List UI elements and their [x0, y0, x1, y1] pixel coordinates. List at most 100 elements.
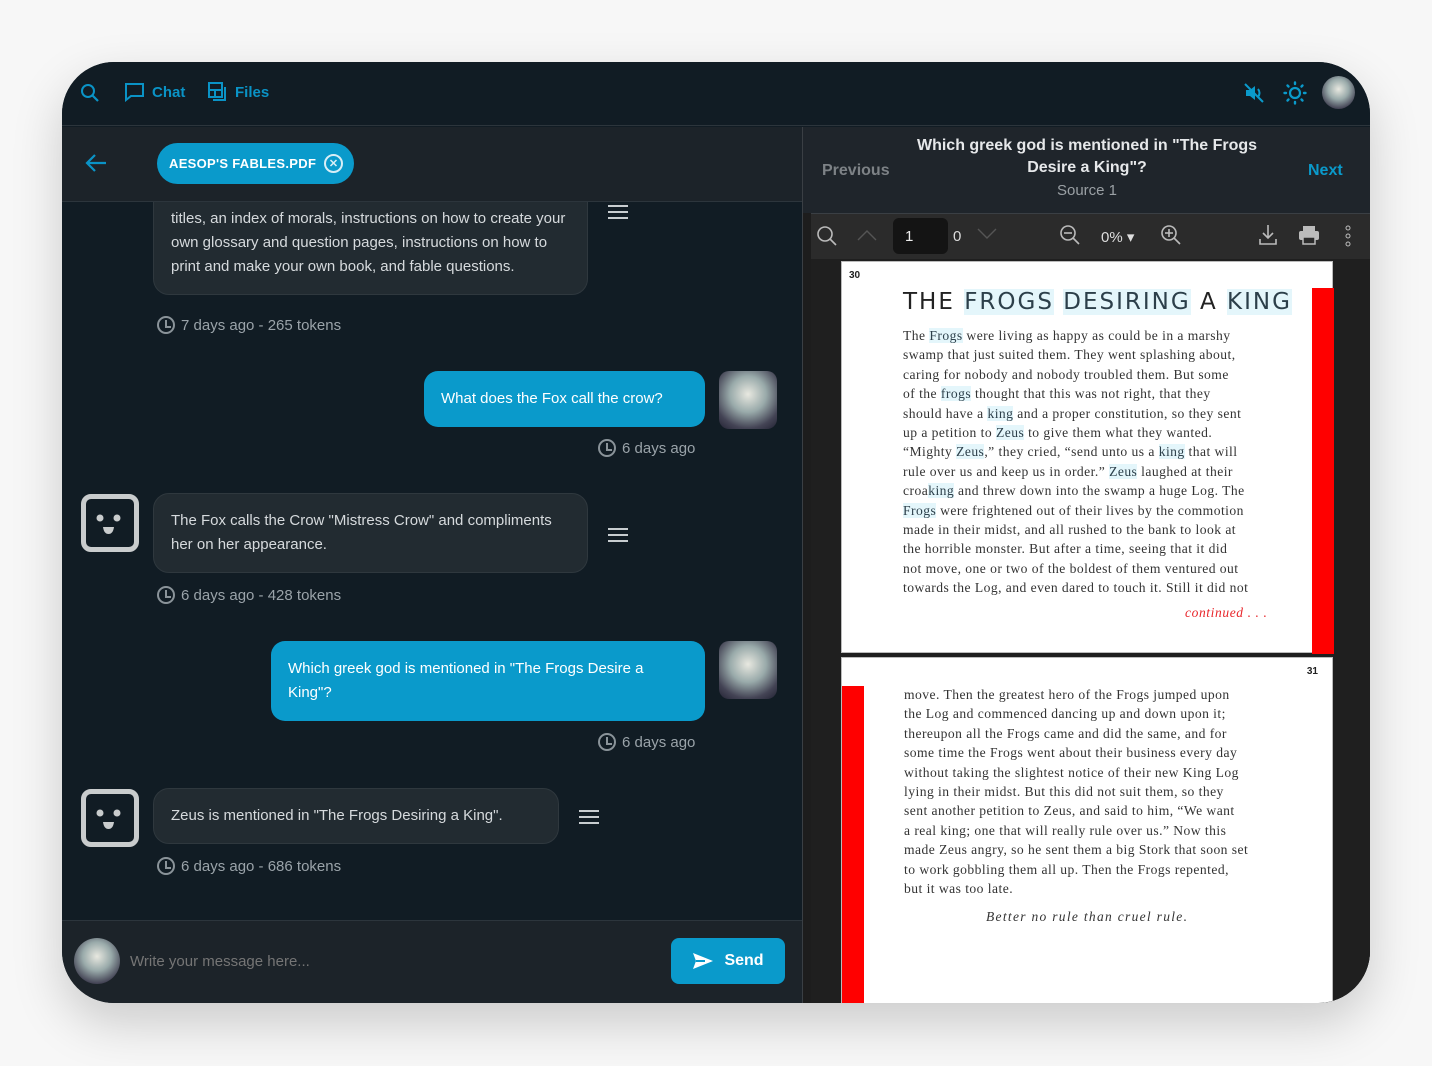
- bot-message: Zeus is mentioned in "The Frogs Desiring…: [153, 788, 559, 844]
- close-circle-icon[interactable]: ✕: [324, 154, 344, 173]
- user-avatar[interactable]: [1322, 76, 1355, 109]
- message-menu-icon[interactable]: [608, 528, 628, 542]
- search-highlight: Frogs: [903, 502, 937, 518]
- text-line: swamp that just suited them. They went s…: [903, 345, 1248, 364]
- user-avatar: [719, 371, 777, 429]
- text-segment: A: [1190, 289, 1228, 315]
- chat-messages[interactable]: titles, an index of morals, instructions…: [62, 202, 802, 920]
- clock-icon: [598, 439, 616, 457]
- page-number-input[interactable]: [893, 218, 948, 254]
- text-line: made Zeus angry, so he sent them a big S…: [904, 842, 1249, 858]
- text-line: some time the Frogs went about their bus…: [904, 745, 1238, 761]
- source-label: Source 1: [1056, 182, 1118, 199]
- search-highlight: king: [1158, 444, 1185, 460]
- send-button[interactable]: Send: [671, 938, 785, 984]
- previous-button[interactable]: Previous: [822, 162, 890, 180]
- meta-text: 7 days ago - 265 tokens: [181, 316, 342, 334]
- nav-chat[interactable]: Chat: [124, 82, 185, 102]
- meta-text: 6 days ago: [622, 733, 696, 751]
- text-line: the Log and commenced dancing up and dow…: [904, 706, 1226, 722]
- next-button[interactable]: Next: [1308, 162, 1343, 180]
- text-line: thereupon all the Frogs came and did the…: [904, 725, 1227, 741]
- meta-text: 6 days ago: [622, 439, 696, 457]
- mute-icon[interactable]: [1243, 82, 1265, 104]
- message-text: Zeus is mentioned in "The Frogs Desiring…: [171, 807, 503, 824]
- clock-icon: [598, 733, 616, 751]
- text-line: to work gobbling them all up. Then the F…: [904, 861, 1229, 877]
- chevron-up-icon[interactable]: [857, 229, 877, 241]
- text-segment: up a petition to: [903, 425, 996, 441]
- file-chip[interactable]: AESOP'S FABLES.PDF ✕: [157, 143, 354, 184]
- search-highlight: FROGS: [964, 289, 1054, 315]
- message-menu-icon[interactable]: [579, 810, 599, 824]
- zoom-out-icon[interactable]: [1059, 224, 1081, 246]
- page-number: 30: [849, 270, 861, 281]
- page-text: move. Then the greatest hero of the Frog…: [904, 685, 1248, 898]
- file-chip-label: AESOP'S FABLES.PDF: [169, 156, 317, 171]
- source-header: Previous Which greek god is mentioned in…: [803, 127, 1370, 213]
- search-highlight: Zeus: [1109, 463, 1138, 479]
- text-line: towards the Log, and even dared to touch…: [903, 578, 1248, 597]
- pdf-canvas[interactable]: 30 THE FROGS DESIRING A KING The Frogs w…: [811, 259, 1370, 1003]
- download-icon[interactable]: [1258, 224, 1278, 246]
- bot-message: titles, an index of morals, instructions…: [153, 202, 588, 295]
- text-segment: THE: [903, 289, 965, 315]
- meta-text: 6 days ago - 686 tokens: [181, 857, 342, 875]
- search-highlight: KING: [1227, 289, 1292, 315]
- files-icon: [208, 82, 226, 101]
- pdf-page-31: 31 move. Then the greatest hero of the F…: [841, 657, 1333, 1003]
- pdf-toolbar: 0 0% ▾: [811, 213, 1370, 259]
- margin-bar: [1312, 288, 1334, 654]
- chat-header: AESOP'S FABLES.PDF ✕: [62, 127, 802, 202]
- sun-icon[interactable]: [1283, 81, 1307, 105]
- zoom-select[interactable]: 0% ▾: [1101, 228, 1134, 246]
- text-line: should have a king and a proper constitu…: [903, 404, 1248, 423]
- bot-avatar-icon: [81, 789, 139, 847]
- message-meta: 7 days ago - 265 tokens: [157, 316, 341, 334]
- text-line: lying in their midst. But this did not s…: [904, 784, 1224, 800]
- print-icon[interactable]: [1298, 225, 1320, 245]
- text-segment: croa: [903, 483, 929, 499]
- message-text: The Fox calls the Crow "Mistress Crow" a…: [171, 512, 552, 553]
- text-segment: ,” they cried, “send unto us a: [984, 444, 1159, 460]
- search-highlight: Frogs: [929, 328, 963, 343]
- composer: Send: [62, 920, 802, 1003]
- text-segment: The: [903, 328, 930, 343]
- clock-icon: [157, 586, 175, 604]
- back-arrow-icon[interactable]: [84, 153, 108, 173]
- margin-bar: [842, 686, 864, 1003]
- text-line: “Mighty Zeus,” they cried, “send unto us…: [903, 442, 1248, 461]
- message-meta: 6 days ago: [598, 733, 695, 751]
- text-segment: rule over us and keep us in order.”: [903, 463, 1110, 479]
- pdf-search-icon[interactable]: [816, 225, 838, 247]
- message-meta: 6 days ago: [598, 439, 695, 457]
- more-options-icon[interactable]: [1344, 225, 1352, 247]
- text-segment: “Mighty: [903, 444, 957, 460]
- text-segment: not move, one or two of the boldest of t…: [903, 560, 1239, 576]
- text-segment: of the: [903, 386, 941, 402]
- nav-files[interactable]: Files: [207, 82, 269, 102]
- text-line: not move, one or two of the boldest of t…: [903, 559, 1248, 578]
- text-segment: laughed at their: [1137, 463, 1233, 479]
- text-line: caring for nobody and nobody troubled th…: [903, 365, 1248, 384]
- text-line: move. Then the greatest hero of the Frog…: [904, 687, 1230, 702]
- fable-title: THE FROGS DESIRING A KING: [903, 289, 1292, 315]
- text-segment: the horrible monster. But after a time, …: [903, 541, 1228, 557]
- message-meta: 6 days ago - 686 tokens: [157, 857, 341, 875]
- text-segment: caring for nobody and nobody troubled th…: [903, 366, 1229, 382]
- search-icon[interactable]: [80, 83, 100, 103]
- text-segment: swamp that just suited them. They went s…: [903, 347, 1236, 363]
- zoom-in-icon[interactable]: [1160, 224, 1182, 246]
- user-avatar: [74, 938, 120, 984]
- text-line: The Frogs were living as happy as could …: [903, 326, 1248, 345]
- message-menu-icon[interactable]: [608, 205, 628, 219]
- message-text: titles, an index of morals, instructions…: [171, 210, 566, 275]
- text-segment: [1054, 289, 1063, 315]
- app-window: Chat Files AESOP'S FABLES.PDF ✕ titles, …: [62, 62, 1370, 1003]
- text-line: Frogs were frightened out of their lives…: [903, 501, 1248, 520]
- chevron-down-icon[interactable]: [977, 228, 997, 240]
- text-line: the horrible monster. But after a time, …: [903, 539, 1248, 558]
- text-line: without taking the slightest notice of t…: [904, 764, 1239, 780]
- pdf-page-30: 30 THE FROGS DESIRING A KING The Frogs w…: [841, 261, 1334, 654]
- message-input[interactable]: [130, 941, 650, 981]
